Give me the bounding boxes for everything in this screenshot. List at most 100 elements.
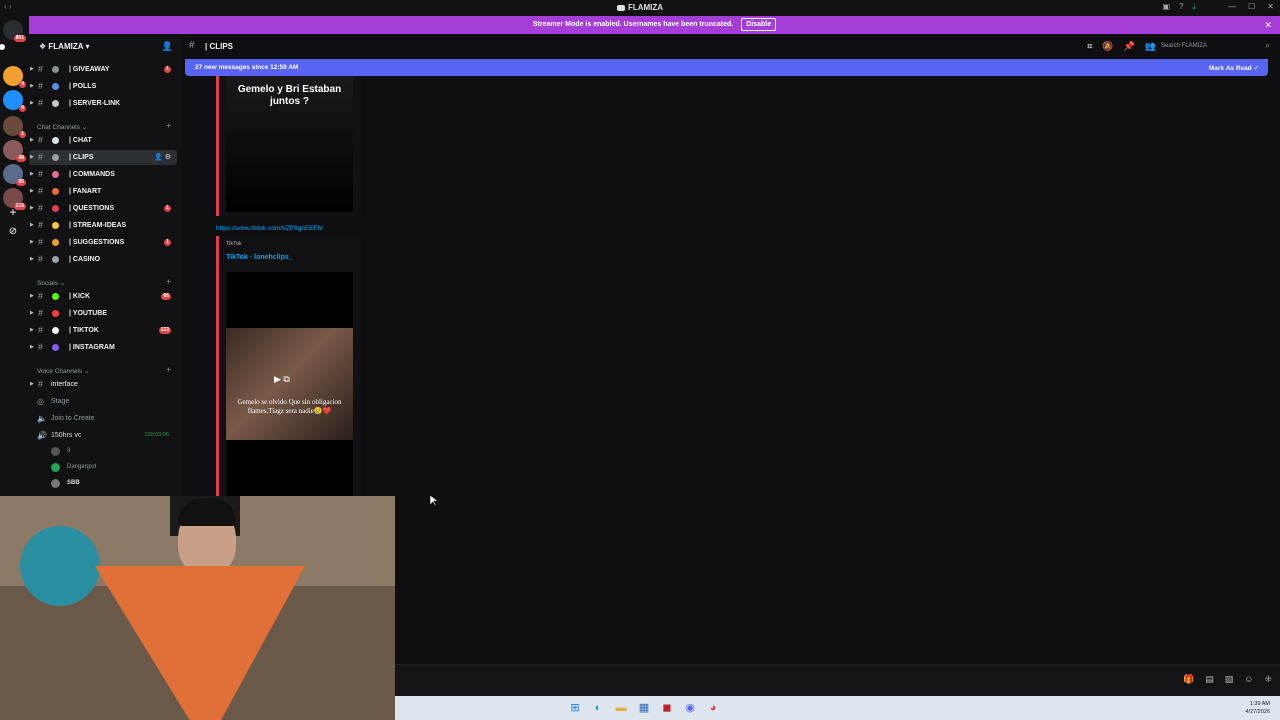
channel-label: | QUESTIONS (69, 205, 115, 212)
emoji-icon[interactable]: ☺ (1244, 674, 1253, 685)
maximize-button[interactable]: ☐ (1248, 2, 1255, 11)
channel-emoji-icon (52, 256, 59, 263)
download-icon[interactable]: ⤓ (1192, 2, 1196, 12)
direct-messages-icon[interactable]: 801 (3, 20, 26, 42)
help-icon[interactable]: ? (1179, 2, 1183, 12)
search-icon: ⌕ (1265, 41, 1270, 50)
add-channel-icon[interactable]: + (166, 365, 171, 374)
server-badge: 1 (19, 131, 26, 138)
minimize-button[interactable]: — (1228, 2, 1236, 11)
close-window-button[interactable]: ✕ (1267, 2, 1274, 11)
voice-live-channel[interactable]: 🔊 150hrs vc 120:03:06 (29, 428, 177, 443)
new-messages-bar[interactable]: 27 new messages since 12:59 AM Mark As R… (185, 59, 1268, 76)
clock-time: 1:39 AM (1249, 701, 1270, 707)
chat-pane-bottom (395, 496, 1280, 664)
video-thumbnail[interactable]: Gemelo y Bri Estaban juntos ? (226, 76, 353, 212)
sticker-icon[interactable]: ▧ (1225, 674, 1234, 685)
server-badge: 48 (16, 155, 26, 162)
channel-label: | STREAM-IDEAS (69, 222, 127, 229)
channel-casino[interactable]: ▶ # | CASINO (29, 252, 177, 267)
channel-kick[interactable]: ▶ # | KICK 66 (29, 289, 177, 304)
member-list-icon[interactable]: 👥 (1145, 41, 1156, 52)
banner-text: Streamer Mode is enabled. Usernames have… (532, 21, 734, 28)
chevron-right-icon: ▶ (30, 381, 34, 387)
voice-join-to-create[interactable]: 🔈 Join to Create (29, 411, 177, 426)
gift-icon[interactable]: 🎁 (1183, 674, 1194, 685)
channel-label: | SUGGESTIONS (69, 239, 125, 246)
store-icon[interactable]: ▦ (636, 700, 652, 716)
hash-icon: # (38, 254, 44, 264)
server-icon-4[interactable]: 48 (3, 140, 26, 162)
channel-server-link[interactable]: ▶ # | SERVER-LINK (29, 96, 177, 111)
play-icon[interactable]: ▶ ⧉ (274, 374, 290, 385)
video-caption: Gemelo se olvido Que sin obligacion flam… (237, 398, 342, 415)
video-embed[interactable]: Gemelo y Bri Estaban juntos ? (216, 76, 361, 216)
guild-header[interactable]: ❖ FLAMIZA ▾ 👤 (29, 34, 181, 60)
file-explorer-icon[interactable]: ▬ (613, 700, 629, 716)
discover-icon[interactable]: ⊘ (3, 222, 23, 242)
threads-icon[interactable]: ⌗ (1087, 41, 1092, 52)
chevron-right-icon: ▶ (30, 66, 34, 72)
message-composer[interactable]: 🎁 ▤ ▧ ☺ ⁜ (395, 664, 1280, 696)
mark-as-read-button[interactable]: Mark As Read ✓ (1209, 64, 1259, 72)
server-icon-3[interactable]: 1 (3, 116, 26, 138)
tiktok-link[interactable]: https://www.tiktok.com/t/ZP8gnEEFb/ (216, 225, 323, 232)
channel-instagram[interactable]: ▶ # | INSTAGRAM (29, 340, 177, 355)
channel-label: | CLIPS (69, 154, 94, 161)
channel-label: | CHAT (69, 137, 92, 144)
close-banner-icon[interactable]: ✕ (1264, 16, 1272, 34)
youtube-logo-icon (52, 310, 59, 317)
avatar (51, 479, 60, 488)
window-title-text: FLAMIZA (627, 3, 664, 12)
server-icon-5[interactable]: 85 (3, 164, 26, 186)
add-channel-icon[interactable]: + (166, 277, 171, 286)
category-chat-channels[interactable]: Chat Channels ⌄ (37, 123, 87, 131)
channel-polls[interactable]: ▶ # | POLLS (29, 79, 177, 94)
avatar (51, 447, 60, 456)
add-channel-icon[interactable]: + (166, 121, 171, 130)
channel-title: | CLIPS (205, 42, 234, 51)
add-server-icon[interactable]: + (3, 202, 23, 222)
inbox-icon[interactable]: ▣ (1162, 2, 1170, 12)
disable-streamer-mode-button[interactable]: Disable (741, 18, 777, 31)
chrome-icon[interactable]: ◕ (705, 700, 721, 716)
category-socials[interactable]: Socials ⌄ (37, 279, 65, 287)
app-icon[interactable]: ◼ (659, 700, 675, 716)
category-label: Socials (37, 280, 58, 287)
notification-bell-icon[interactable]: 🔕 (1102, 41, 1113, 52)
server-icon-2[interactable]: 9 (3, 90, 26, 112)
embed-author-link[interactable]: TikTok · lonehclips_ (226, 254, 293, 261)
channel-emoji-icon (52, 239, 59, 246)
tiktok-video[interactable]: ▶ ⧉ Gemelo se olvido Que sin obligacion … (226, 272, 353, 496)
gif-icon[interactable]: ▤ (1205, 674, 1214, 685)
invite-icon[interactable]: 👤 (162, 41, 173, 52)
channel-stream-ideas[interactable]: ▶ # | STREAM-IDEAS (29, 218, 177, 233)
voice-stage[interactable]: ◎ Stage (29, 394, 177, 409)
channel-settings-icon[interactable]: 👤 ⚙ (154, 153, 171, 161)
channel-interface[interactable]: ▶ # interface (29, 377, 177, 392)
edge-icon[interactable]: ◐ (590, 700, 606, 716)
start-menu-icon[interactable]: ⊞ (567, 700, 583, 716)
apps-icon[interactable]: ⁜ (1264, 674, 1272, 685)
pin-icon[interactable]: 📌 (1124, 41, 1135, 52)
channel-fanart[interactable]: ▶ # | FANART (29, 184, 177, 199)
channel-chat[interactable]: ▶ # | CHAT (29, 133, 177, 148)
voice-user-name: SBB (67, 480, 80, 486)
search-input[interactable]: Search FLAMIZA ⌕ (1158, 40, 1272, 53)
category-voice-channels[interactable]: Voice Channels ⌄ (37, 367, 89, 375)
discord-icon[interactable]: ◉ (682, 700, 698, 716)
channel-commands[interactable]: ▶ # | COMMANDS (29, 167, 177, 182)
channel-tiktok[interactable]: ▶ # | TIKTOK 133 (29, 323, 177, 338)
channel-clips[interactable]: ▶ # | CLIPS 👤 ⚙ (29, 150, 177, 165)
hash-icon: # (38, 342, 44, 352)
channel-questions[interactable]: ▶ # | QUESTIONS 1 (29, 201, 177, 216)
discord-window: ‹ › FLAMIZA ▣ ? ⤓ — ☐ ✕ Streamer Mode is… (0, 0, 1280, 720)
server-icon-1[interactable]: 4 (3, 66, 26, 88)
channel-suggestions[interactable]: ▶ # | SUGGESTIONS 1 (29, 235, 177, 250)
drink-can (20, 526, 100, 606)
instagram-logo-icon (52, 344, 59, 351)
channel-giveaway[interactable]: ▶ # | GIVEAWAY 1 (29, 62, 177, 77)
window-controls: — ☐ ✕ (1228, 2, 1274, 11)
system-clock[interactable]: 1:39 AM 4/27/2026 (1246, 700, 1270, 716)
channel-youtube[interactable]: ▶ # | YOUTUBE (29, 306, 177, 321)
